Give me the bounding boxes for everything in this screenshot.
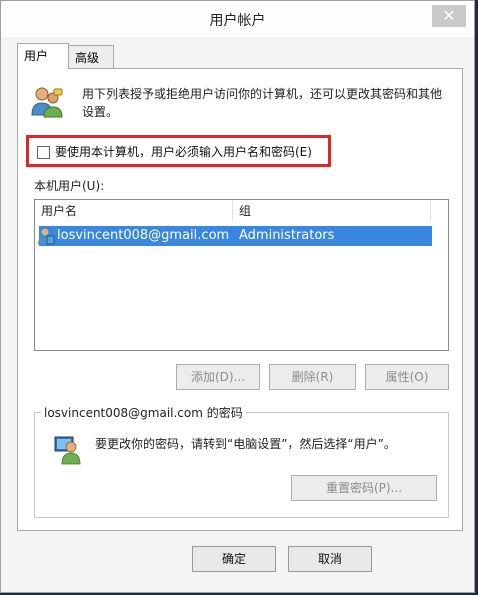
password-group-title: losvincent008@gmail.com 的密码 (41, 404, 246, 421)
ok-button[interactable]: 确定 (192, 546, 276, 572)
tab-users[interactable]: 用户 (17, 43, 69, 69)
local-users-list[interactable]: 用户名 组 losvincent008@gmail.com Administra… (34, 199, 449, 351)
tab-advanced[interactable]: 高级 (68, 45, 114, 69)
require-login-checkbox[interactable] (37, 146, 50, 159)
password-group: losvincent008@gmail.com 的密码 要更改你的密码，请转到“… (34, 404, 449, 518)
column-header-group[interactable]: 组 (233, 200, 431, 222)
users-icon (31, 87, 63, 118)
user-accounts-window: 用户帐户 ✕ 用户 高级 用下列表授予或拒绝用户访问你的计算机，还可以更改其密码… (0, 0, 475, 593)
window-title: 用户帐户 (209, 13, 266, 29)
highlight-annotation-box: 要使用本计算机，用户必须输入用户名和密码(E) (26, 135, 331, 167)
row-group: Administrators (239, 228, 335, 243)
user-icon (38, 228, 55, 245)
user-monitor-icon (54, 436, 81, 465)
cancel-button[interactable]: 取消 (288, 546, 372, 572)
close-button[interactable]: ✕ (432, 5, 466, 27)
users-tab-panel: 用下列表授予或拒绝用户访问你的计算机，还可以更改其密码和其他设置。 要使用本计算… (17, 68, 463, 531)
password-group-description: 要更改你的密码，请转到“电脑设置”，然后选择“用户”。 (95, 437, 396, 451)
reset-password-button[interactable]: 重置密码(P)... (291, 475, 437, 501)
row-username: losvincent008@gmail.com (57, 228, 230, 243)
column-header-username[interactable]: 用户名 (35, 200, 233, 222)
local-users-label: 本机用户(U): (34, 179, 105, 193)
users-description: 用下列表授予或拒绝用户访问你的计算机，还可以更改其密码和其他设置。 (82, 87, 443, 119)
table-row[interactable]: losvincent008@gmail.com Administrators (38, 226, 432, 246)
title-bar: 用户帐户 ✕ (1, 1, 474, 37)
add-button[interactable]: 添加(D)... (176, 364, 260, 390)
require-login-label[interactable]: 要使用本计算机，用户必须输入用户名和密码(E) (55, 143, 312, 160)
properties-button[interactable]: 属性(O) (365, 364, 449, 390)
remove-button[interactable]: 删除(R) (269, 364, 356, 390)
